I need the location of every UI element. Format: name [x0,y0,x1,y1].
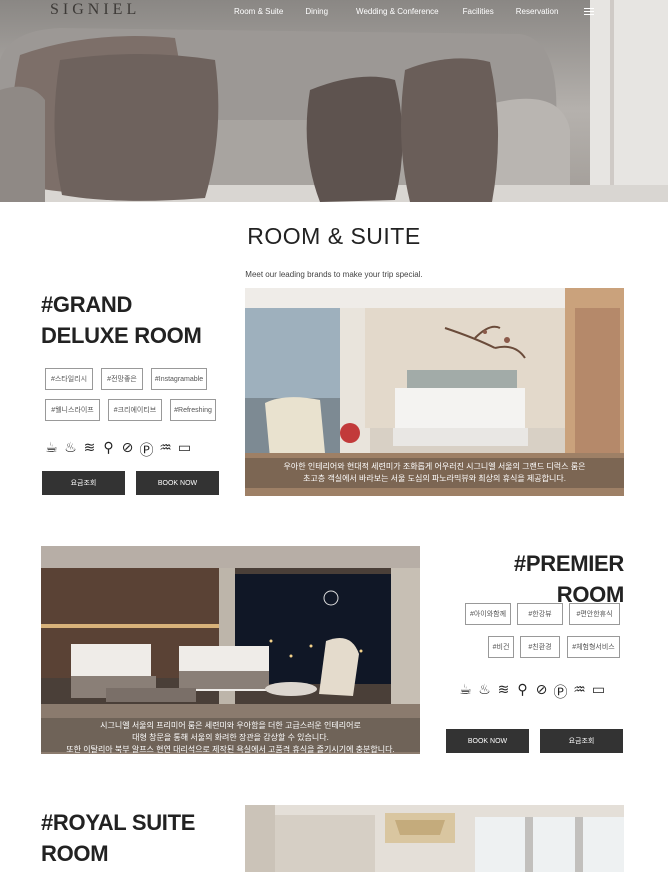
wifi-icon: ≋ [83,440,96,456]
menu-item-dining[interactable]: Dining [305,7,328,16]
bed-icon: ▭ [591,682,606,698]
hero-banner: SIGNIEL Room & Suite Dining Wedding & Co… [0,0,668,202]
room-tag[interactable]: #크리에이티브 [108,399,162,421]
room-caption: 시그니엘 서울의 프리미어 룸은 세련미와 우아함을 더한 고급스러운 인테리어… [41,718,420,754]
coffee-icon: ☕ [459,682,472,698]
room-tag[interactable]: #한강뷰 [517,603,563,625]
top-nav: SIGNIEL Room & Suite Dining Wedding & Co… [0,0,668,26]
bed-icon: ▭ [177,440,192,456]
amenity-icons: ☕ ♨ ≋ ⚲ ⊘ Ⓟ ♒ ▭ [458,682,606,702]
room-tag[interactable]: #체험형서비스 [567,636,620,658]
room-caption: 우아한 인테리어와 현대적 세련미가 조화롭게 어우러진 시그니엘 서울의 그랜… [245,458,624,488]
room-tag[interactable]: #비건 [488,636,514,658]
wifi-icon: ≋ [497,682,510,698]
signiel-logo[interactable]: SIGNIEL [50,1,140,19]
room-tag[interactable]: #스타일리시 [45,368,93,390]
rate-inquiry-button[interactable]: 요금조회 [540,729,623,753]
room-tag[interactable]: #편안한휴식 [569,603,620,625]
room-image [245,805,624,872]
room-tag[interactable]: #웰니스라이프 [45,399,100,421]
parking-icon: Ⓟ [553,685,568,701]
room-tag[interactable]: #전망좋은 [101,368,143,390]
main-menu: Room & Suite Dining Wedding & Conference… [234,7,584,16]
room-title-grand-deluxe: #GRAND DELUXE ROOM [41,292,202,348]
room-tag[interactable]: #Refreshing [170,399,216,421]
premier-room-photo: 시그니엘 서울의 프리미어 룸은 세련미와 우아함을 더한 고급스러운 인테리어… [41,546,420,754]
bath-icon: ♒ [159,440,172,456]
hairdryer-icon: ⚲ [103,440,114,456]
menu-item-reservation[interactable]: Reservation [516,7,559,16]
menu-item-room-suite[interactable]: Room & Suite [234,7,283,16]
book-now-button[interactable]: BOOK NOW [136,471,219,495]
toiletries-icon: ♨ [64,440,77,456]
toiletries-icon: ♨ [478,682,491,698]
menu-item-facilities[interactable]: Facilities [463,7,494,16]
amenity-icons: ☕ ♨ ≋ ⚲ ⊘ Ⓟ ♒ ▭ [44,440,192,460]
hamburger-menu-icon[interactable] [584,8,594,16]
no-smoking-icon: ⊘ [535,682,548,698]
room-tag[interactable]: #아이와함께 [465,603,511,625]
room-tag[interactable]: #친환경 [520,636,560,658]
room-tag[interactable]: #Instagramable [151,368,207,390]
room-title-royal-suite: #ROYAL SUITE ROOM [41,810,196,866]
book-now-button[interactable]: BOOK NOW [446,729,529,753]
menu-item-wedding-conference[interactable]: Wedding & Conference [356,7,439,16]
no-smoking-icon: ⊘ [121,440,134,456]
section-subtitle: Meet our leading brands to make your tri… [245,270,423,279]
royal-suite-photo [245,805,624,872]
room-title-premier: #PREMIER ROOM [513,551,624,607]
hairdryer-icon: ⚲ [517,682,528,698]
section-title: ROOM & SUITE [247,223,421,249]
bath-icon: ♒ [573,682,586,698]
parking-icon: Ⓟ [139,443,154,459]
coffee-icon: ☕ [45,440,58,456]
grand-deluxe-photo: 우아한 인테리어와 현대적 세련미가 조화롭게 어우러진 시그니엘 서울의 그랜… [245,288,624,496]
hero-image [0,0,668,202]
rate-inquiry-button[interactable]: 요금조회 [42,471,125,495]
